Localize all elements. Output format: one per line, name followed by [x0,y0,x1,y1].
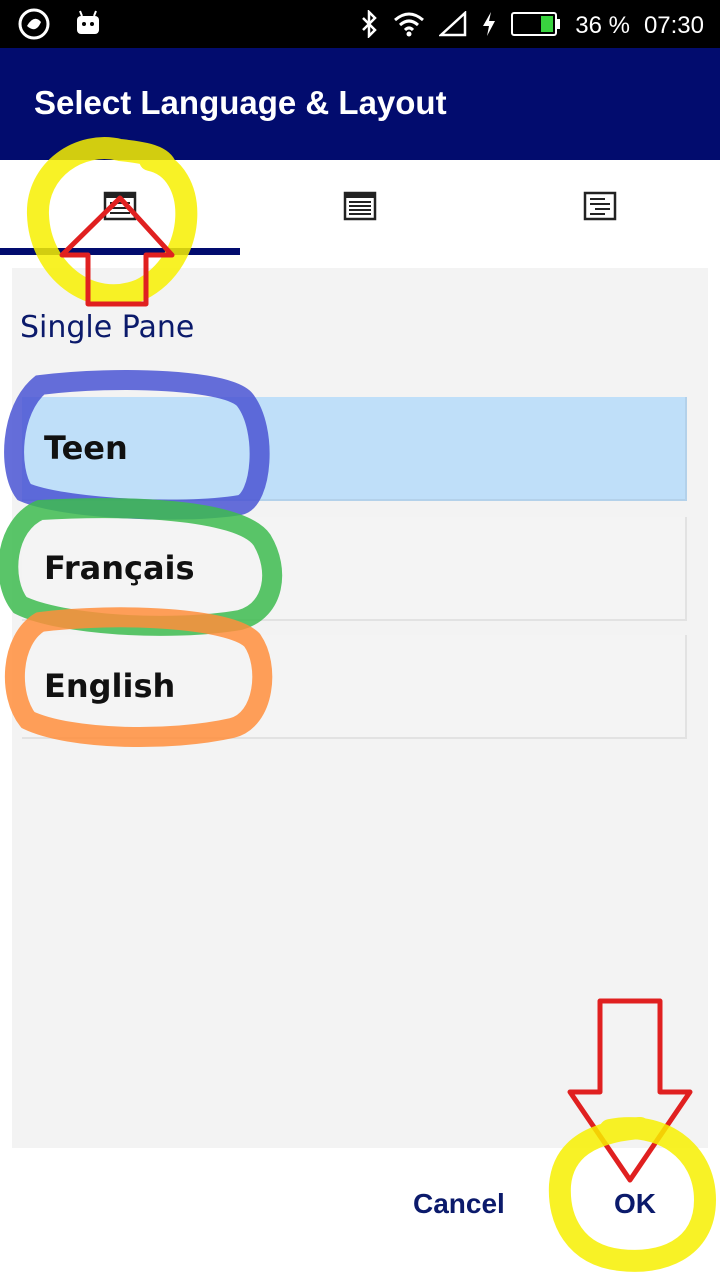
language-item-teen[interactable]: Teen [22,397,687,501]
language-label: Français [44,549,195,587]
language-item-francais[interactable]: Français [22,517,687,621]
cancel-button[interactable]: Cancel [413,1188,505,1220]
language-pane: Single Pane Teen Français English [12,268,708,1148]
tab-indicator [0,248,240,255]
bluetooth-icon [359,8,379,42]
layout-tabs [0,160,720,256]
battery-icon [511,11,561,41]
status-bar: 36 % 07:30 [0,0,720,48]
language-label: Teen [44,429,128,467]
flash-icon [481,11,497,41]
app-logo-icon [18,8,50,44]
tab-dual-pane[interactable] [240,160,480,256]
pane-title: Single Pane [20,310,195,345]
battery-percent: 36 % [575,12,630,39]
android-icon [74,8,102,44]
tab-single-pane[interactable] [0,160,240,256]
dual-pane-icon [343,191,377,225]
single-pane-icon [103,191,137,225]
app-bar: Select Language & Layout [0,48,720,160]
ok-button[interactable]: OK [614,1188,656,1220]
tab-list-pane[interactable] [480,160,720,256]
language-item-english[interactable]: English [22,635,687,739]
wifi-icon [393,11,425,41]
language-label: English [44,667,176,705]
clock: 07:30 [643,12,704,39]
signal-icon [438,10,467,41]
list-pane-icon [583,191,617,225]
page-title: Select Language & Layout [34,84,447,121]
